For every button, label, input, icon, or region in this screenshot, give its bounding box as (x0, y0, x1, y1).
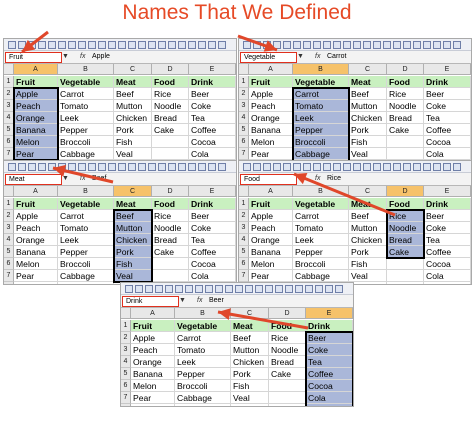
arrowhead-icon (218, 308, 231, 321)
arrowhead-icon (53, 164, 67, 177)
callout-arrows (21, 30, 396, 330)
arrow-line (217, 310, 309, 330)
arrow-line (293, 172, 396, 217)
